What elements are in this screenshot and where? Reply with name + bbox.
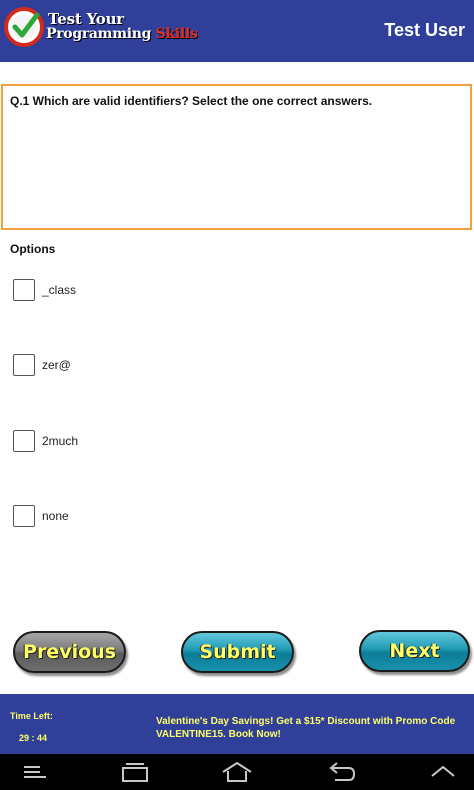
previous-button[interactable]: Previous xyxy=(13,631,126,673)
option-checkbox[interactable] xyxy=(13,279,35,301)
options-heading: Options xyxy=(10,242,56,256)
logo-title-main: Programming xyxy=(46,26,152,42)
question-text: Q.1 Which are valid identifiers? Select … xyxy=(10,94,373,108)
submit-button[interactable]: Submit xyxy=(181,631,294,673)
option-label: 2much xyxy=(42,434,79,448)
option-checkbox[interactable] xyxy=(13,505,35,527)
option-item[interactable]: none xyxy=(13,504,213,528)
option-item[interactable]: 2much xyxy=(13,429,213,453)
collapse-icon[interactable] xyxy=(426,760,460,784)
question-box: Q.1 Which are valid identifiers? Select … xyxy=(1,84,472,230)
logo-title-accent: Skills xyxy=(155,26,198,42)
back-icon[interactable] xyxy=(323,760,357,784)
time-left-label: Time Left: xyxy=(10,711,53,721)
option-checkbox[interactable] xyxy=(13,354,35,376)
logo-title-line2: Programming Skills xyxy=(46,26,198,42)
time-left-value: 29 : 44 xyxy=(19,733,48,743)
option-label: _class xyxy=(42,283,77,297)
recent-apps-icon[interactable] xyxy=(118,760,152,784)
option-item[interactable]: zer@ xyxy=(13,353,213,377)
option-label: zer@ xyxy=(42,358,71,372)
app-logo: Test Your Programming Skills xyxy=(2,4,198,56)
app-header: Test Your Programming Skills Test User xyxy=(0,0,474,62)
option-label: none xyxy=(42,509,69,523)
next-button[interactable]: Next xyxy=(359,630,470,672)
option-checkbox[interactable] xyxy=(13,430,35,452)
promo-banner[interactable]: Valentine's Day Savings! Get a $15* Disc… xyxy=(156,715,466,741)
footer-bar: Time Left: 29 : 44 Valentine's Day Savin… xyxy=(0,694,474,754)
option-item[interactable]: _class xyxy=(13,278,213,302)
user-name: Test User xyxy=(384,20,465,40)
checkmark-logo-icon xyxy=(4,7,44,47)
system-nav-bar xyxy=(0,754,474,790)
home-icon[interactable] xyxy=(220,760,254,784)
menu-icon[interactable] xyxy=(20,760,54,784)
